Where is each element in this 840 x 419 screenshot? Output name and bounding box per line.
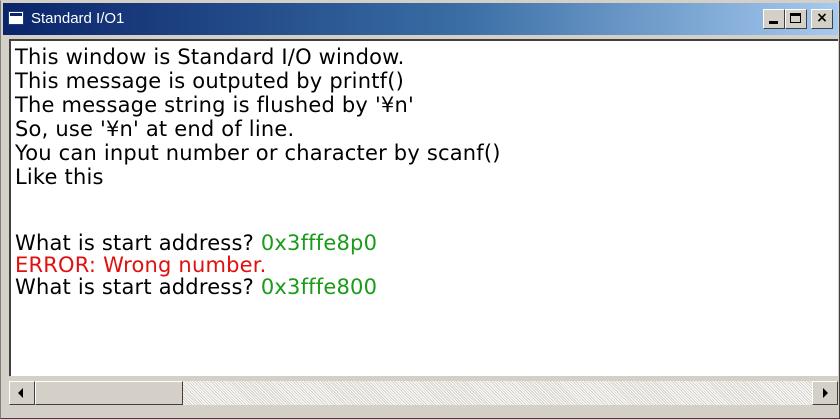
scroll-right-button[interactable] — [812, 381, 838, 405]
maximize-icon — [790, 13, 801, 23]
horizontal-scrollbar[interactable] — [9, 381, 838, 405]
scroll-left-button[interactable] — [9, 381, 35, 405]
scroll-left-icon — [18, 388, 23, 398]
error-message: ERROR: Wrong number. — [15, 253, 267, 277]
stdio-window: Standard I/O1 × This window is Standard … — [0, 0, 840, 419]
close-icon: × — [816, 10, 828, 26]
scroll-thumb[interactable] — [35, 381, 183, 405]
console-prompt-line: What is start address? 0x3fffe800 — [15, 275, 377, 299]
user-input-text: 0x3fffe8p0 — [260, 231, 378, 255]
console-line: You can input number or character by sca… — [15, 141, 501, 165]
window-icon[interactable] — [8, 11, 24, 25]
close-button[interactable]: × — [811, 9, 833, 29]
prompt-text: What is start address? — [15, 231, 261, 255]
minimize-icon — [769, 21, 778, 24]
title-bar[interactable]: Standard I/O1 × — [3, 3, 838, 35]
user-input-text: 0x3fffe800 — [260, 275, 378, 299]
window-title: Standard I/O1 — [31, 10, 125, 27]
console-line: This window is Standard I/O window. — [15, 45, 405, 69]
scroll-right-icon — [823, 388, 828, 398]
minimize-button[interactable] — [763, 9, 785, 29]
maximize-button[interactable] — [785, 9, 807, 29]
console-output[interactable]: This window is Standard I/O window. This… — [9, 39, 838, 376]
console-prompt-line: What is start address? 0x3fffe8p0 — [15, 231, 377, 255]
console-line: Like this — [15, 165, 104, 189]
console-line: This message is outputed by printf() — [15, 69, 405, 93]
console-line: So, use '¥n' at end of line. — [15, 117, 295, 141]
console-line: The message string is flushed by '¥n' — [15, 93, 414, 117]
prompt-text: What is start address? — [15, 275, 261, 299]
